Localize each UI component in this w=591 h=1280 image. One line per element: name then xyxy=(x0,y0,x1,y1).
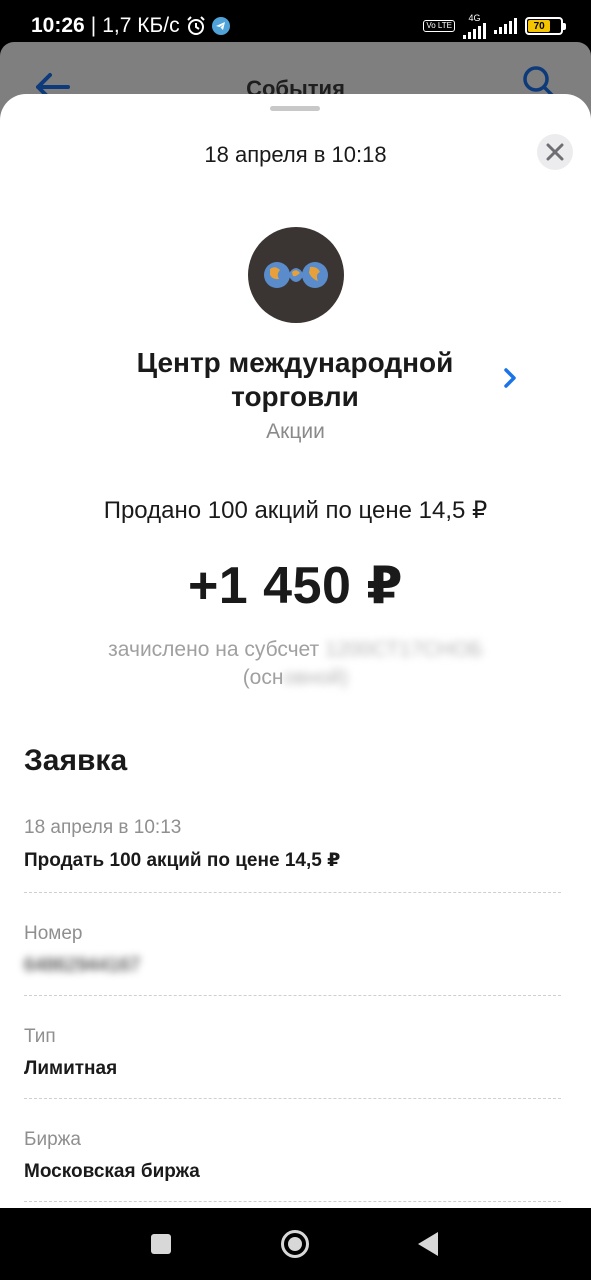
battery-icon: 70 xyxy=(525,17,566,35)
back-button[interactable] xyxy=(417,1231,439,1262)
system-nav-bar xyxy=(0,1208,591,1280)
detail-label: Биржа xyxy=(24,1129,81,1150)
signal-icon xyxy=(494,18,517,34)
detail-value: Продать 100 акций по цене 14,5 ₽ xyxy=(24,850,341,871)
company-link[interactable]: Центр международной торговли xyxy=(0,344,591,424)
triangle-back-icon xyxy=(418,1232,438,1256)
detail-row-type: Тип Лимитная xyxy=(24,1026,561,1099)
company-name: Центр международной торговли xyxy=(136,347,454,412)
company-type: Акции xyxy=(266,420,325,443)
telegram-icon xyxy=(211,17,230,35)
detail-label: 18 апреля в 10:13 xyxy=(24,817,182,838)
credited-account: зачислено на субсчет 1200СТ17СНОБ (основ… xyxy=(108,638,483,689)
sheet-grabber[interactable] xyxy=(270,106,320,111)
close-icon xyxy=(546,143,564,161)
detail-label: Тип xyxy=(24,1026,56,1047)
detail-row-exchange: Биржа Московская биржа xyxy=(24,1129,561,1202)
sold-description: Продано 100 акций по цене 14,5 ₽ xyxy=(103,497,488,524)
volte-icon: Vo LTE xyxy=(423,20,455,32)
detail-row-order: 18 апреля в 10:13 Продать 100 акций по ц… xyxy=(24,817,561,893)
operation-details-sheet: 18 апреля в 10:18 Центр международной то… xyxy=(0,94,591,1208)
recents-button[interactable] xyxy=(150,1233,172,1260)
detail-label: Номер xyxy=(24,923,83,944)
order-section-title: Заявка xyxy=(24,744,128,777)
close-button[interactable] xyxy=(537,134,573,170)
chevron-right-icon[interactable] xyxy=(500,366,520,395)
signal-4g-icon: 4G xyxy=(463,13,486,39)
detail-row-number: Номер 64862944167 xyxy=(24,923,561,996)
detail-value: Московская биржа xyxy=(24,1161,200,1182)
status-time: 10:26 xyxy=(31,14,85,37)
screen: 10:26 | 1,7 КБ/с Vo LTE 4G 70 События 18… xyxy=(0,0,591,1280)
company-logo xyxy=(248,227,344,323)
detail-value: 64862944167 xyxy=(24,955,141,976)
home-button[interactable] xyxy=(280,1229,310,1264)
hidden-account-number: 1200СТ17СНОБ xyxy=(325,638,483,661)
alarm-icon xyxy=(186,16,206,36)
square-icon xyxy=(151,1234,171,1254)
circle-icon xyxy=(281,1230,309,1258)
status-speed: 1,7 КБ/с xyxy=(102,14,180,37)
amount: +1 450 ₽ xyxy=(187,557,404,615)
operation-date: 18 апреля в 10:18 xyxy=(204,142,387,167)
detail-value: Лимитная xyxy=(24,1058,118,1079)
